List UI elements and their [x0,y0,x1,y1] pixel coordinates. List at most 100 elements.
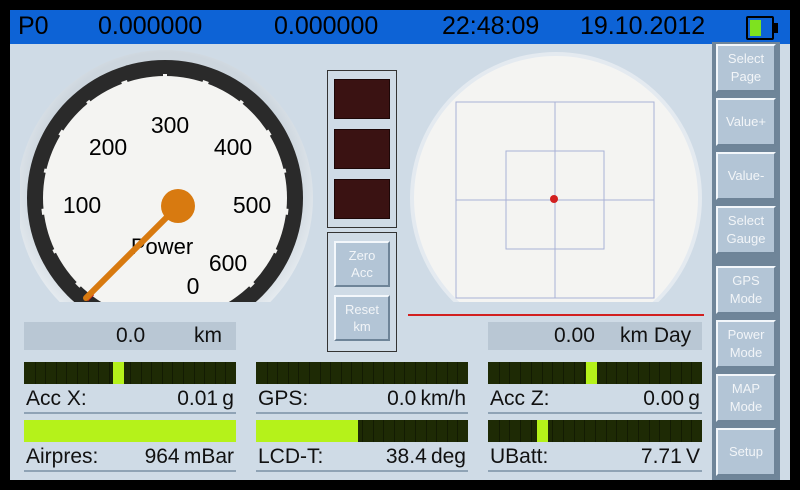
meter-label-row: Acc X: 0.01 g [24,386,236,414]
meter-fill [256,420,358,442]
button-label: Mode [729,345,763,360]
button-label: GPS [732,273,760,288]
meter-divider [319,362,321,384]
trip-readout: 0.0 km [24,322,236,350]
meter-fill [113,362,124,384]
meter-divider [383,420,385,442]
meter-divider [77,362,78,384]
position-dot [550,195,558,203]
battery-icon [746,16,778,40]
gauge-tick-label: 200 [89,134,127,160]
day-value: 0.00 [554,324,595,347]
power-mode-button[interactable]: Power Mode [716,320,776,368]
meter-divider [425,362,427,384]
button-label: Select [727,213,765,228]
meter-divider [183,362,184,384]
meter-divider [680,420,682,442]
gauge-tick-label: 600 [209,250,247,276]
select-page-button[interactable]: Select Page [716,44,776,92]
indicator-lamps [327,70,397,228]
button-label: Setup [729,444,763,459]
meter-divider [562,420,564,442]
meter-divider [659,362,661,384]
setup-button[interactable]: Setup [716,428,776,476]
meter-divider [108,362,110,384]
meter-divider [584,362,586,384]
meter-divider [45,362,47,384]
meter-divider [541,362,543,384]
meter-divider [627,362,629,384]
button-label: Power [727,327,765,342]
value-2: 0.000000 [274,12,379,40]
meter-bar [24,362,236,384]
meter-value: 964 mBar [144,445,234,468]
value-plus-button[interactable]: Value+ [716,98,776,146]
select-gauge-button[interactable]: Select Gauge [716,206,776,254]
button-label: Value+ [726,114,766,129]
meter-divider [605,362,607,384]
value-1: 0.000000 [98,12,203,40]
meter-divider [372,362,374,384]
value-minus-button[interactable]: Value- [716,152,776,200]
meter-divider [277,362,279,384]
meter-value: 38.4 deg [385,445,466,468]
trip-unit: km [194,324,222,347]
power-gauge: 0 100 200 300 400 500 600 Power [20,50,313,302]
meter-divider [372,420,374,442]
meter-divider [584,420,586,442]
indicator-lamp [334,129,390,169]
meter-divider [498,362,500,384]
meter-divider [55,362,57,384]
meter-label-row: Airpres: 964 mBar [24,444,236,472]
meter-label-row: Acc Z: 0.00 g [488,386,702,414]
zero-acc-button[interactable]: Zero Acc [334,241,390,287]
meter-divider [498,420,500,442]
meter-divider [330,362,332,384]
meter-divider [573,362,575,384]
meter-divider [659,420,661,442]
meter-divider [266,362,268,384]
meter-divider [98,362,100,384]
meter-fill [537,420,548,442]
gauge-tick-label: 300 [151,112,189,138]
meter-divider [457,362,459,384]
meter-divider [595,420,596,442]
reset-km-button[interactable]: Reset km [334,295,390,341]
meter-divider [151,362,153,384]
meter-divider [225,362,227,384]
meter-divider [140,362,142,384]
position-display [408,52,704,316]
meter-divider [509,420,511,442]
meter-divider [393,362,395,384]
gps-mode-button[interactable]: GPS Mode [716,266,776,314]
meter-divider [457,420,459,442]
meter-label-row: UBatt: 7.71 V [488,444,702,472]
page-indicator: P0 [18,12,49,40]
meter-divider [520,420,522,442]
meter-divider [616,420,618,442]
meter-divider [446,420,448,442]
meter-divider [637,420,639,442]
meter-divider [530,362,532,384]
status-bar: P0 0.000000 0.000000 22:48:09 19.10.2012 [10,10,790,44]
meter-divider [193,362,195,384]
meter-divider [552,420,554,442]
button-label: MAP [731,381,761,396]
meter-divider [562,362,564,384]
meter-divider [362,420,363,442]
meter-divider [404,420,406,442]
meter-value: 0.01 g [177,387,234,410]
map-mode-button[interactable]: MAP Mode [716,374,776,422]
gauge-tick-label: 0 [187,273,200,299]
meter-label-row: GPS: 0.0 km/h [256,386,468,414]
meter-divider [362,362,363,384]
meter-divider [552,362,554,384]
device-screen: P0 0.000000 0.000000 22:48:09 19.10.2012… [10,10,790,480]
button-label: Select [727,51,765,66]
meter-divider [351,362,353,384]
meter-label: Airpres: [26,445,99,468]
trip-value: 0.0 [116,324,146,347]
meter-divider [691,420,693,442]
gauge-tick-label: 400 [214,134,252,160]
clock-time: 22:48:09 [442,12,540,40]
